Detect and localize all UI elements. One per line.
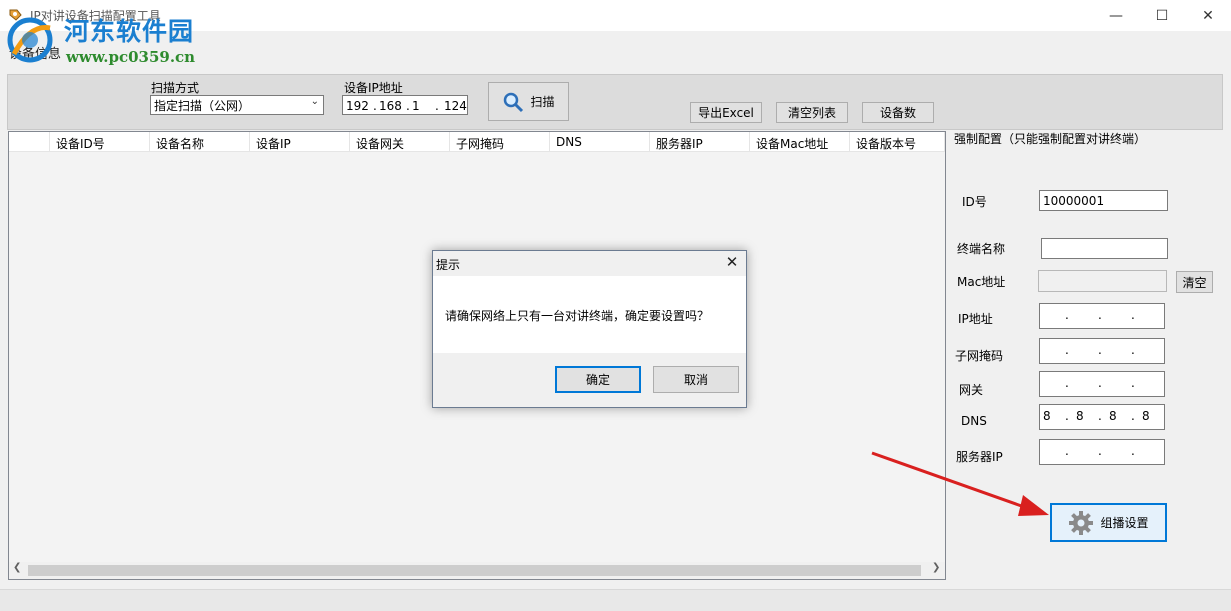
ip-address-field[interactable]: ... <box>1039 303 1165 329</box>
dns-field[interactable]: 8 . 8 . 8 . 8 <box>1039 404 1165 430</box>
device-ip-label: 设备IP地址 <box>344 81 403 95</box>
watermark-logo <box>7 17 53 63</box>
scan-mode-select[interactable]: 指定扫描（公网） ⌄ <box>150 95 324 115</box>
id-label: ID号 <box>962 195 987 209</box>
close-icon[interactable]: ✕ <box>1185 0 1231 31</box>
dialog-ok-button[interactable]: 确定 <box>555 366 641 393</box>
column-header-dns[interactable]: DNS <box>550 132 650 152</box>
mac-label: Mac地址 <box>957 275 1006 289</box>
scan-button-label: 扫描 <box>530 95 555 109</box>
clear-list-button[interactable]: 清空列表 <box>776 102 848 123</box>
gateway-field[interactable]: ... <box>1039 371 1165 397</box>
dns-octet-4: 8 <box>1142 409 1150 423</box>
ip-octet-3: 1 <box>412 99 420 113</box>
gateway-label: 网关 <box>959 383 984 397</box>
id-field[interactable]: 10000001 <box>1039 190 1168 211</box>
column-header-subnet[interactable]: 子网掩码 <box>450 132 550 152</box>
scroll-left-icon[interactable]: ❮ <box>13 562 21 573</box>
dns-label: DNS <box>961 414 987 428</box>
scrollbar-thumb[interactable] <box>28 565 921 576</box>
ip-octet-1: 192 <box>346 99 369 113</box>
server-ip-field[interactable]: ... <box>1039 439 1165 465</box>
export-excel-button[interactable]: 导出Excel <box>690 102 762 123</box>
terminal-name-label: 终端名称 <box>957 242 1006 256</box>
ip-label: IP地址 <box>958 312 993 326</box>
mac-clear-button[interactable]: 清空 <box>1176 271 1213 293</box>
device-count-button[interactable]: 设备数 <box>862 102 934 123</box>
dialog-message: 请确保网络上只有一台对讲终端，确定要设置吗？ <box>445 309 710 323</box>
maximize-icon[interactable]: ☐ <box>1139 0 1185 31</box>
watermark-url: www.pc0359.cn <box>66 48 196 66</box>
multicast-settings-button[interactable]: 组播设置 <box>1050 503 1167 542</box>
column-header-gateway[interactable]: 设备网关 <box>350 132 450 152</box>
dns-octet-1: 8 <box>1043 409 1051 423</box>
minimize-icon[interactable]: — <box>1093 0 1139 31</box>
magnifier-icon <box>504 92 524 112</box>
multicast-settings-label: 组播设置 <box>1100 516 1149 530</box>
gear-icon <box>1069 510 1094 535</box>
column-header-select[interactable] <box>9 132 50 152</box>
column-header-device-id[interactable]: 设备ID号 <box>50 132 150 152</box>
column-header-version[interactable]: 设备版本号 <box>850 132 945 152</box>
scroll-right-icon[interactable]: ❯ <box>932 562 940 573</box>
column-header-device-name[interactable]: 设备名称 <box>150 132 250 152</box>
subnet-mask-field[interactable]: ... <box>1039 338 1165 364</box>
terminal-name-field[interactable] <box>1041 238 1168 259</box>
watermark-title: 河东软件园 <box>64 17 195 46</box>
column-header-server-ip[interactable]: 服务器IP <box>650 132 750 152</box>
ip-octet-4: 124 <box>444 99 467 113</box>
chevron-down-icon: ⌄ <box>310 96 319 107</box>
column-header-mac[interactable]: 设备Mac地址 <box>750 132 850 152</box>
dialog-close-icon[interactable]: ✕ <box>722 253 742 271</box>
ip-octet-2: 168 <box>379 99 402 113</box>
status-bar <box>0 589 1231 611</box>
annotation-arrow <box>871 451 1049 516</box>
scan-button[interactable]: 扫描 <box>488 82 569 121</box>
dialog-cancel-button[interactable]: 取消 <box>653 366 739 393</box>
scan-mode-value: 指定扫描（公网） <box>154 99 251 113</box>
subnet-label: 子网掩码 <box>955 349 1004 363</box>
dns-octet-2: 8 <box>1076 409 1084 423</box>
scan-mode-label: 扫描方式 <box>151 81 200 95</box>
device-ip-input[interactable]: 192 . 168 . 1 . 124 <box>342 95 468 115</box>
column-header-device-ip[interactable]: 设备IP <box>250 132 350 152</box>
dialog-title: 提示 <box>436 258 461 272</box>
force-config-title: 强制配置（只能强制配置对讲终端） <box>954 132 1147 146</box>
dns-octet-3: 8 <box>1109 409 1117 423</box>
mac-field[interactable] <box>1038 270 1167 292</box>
